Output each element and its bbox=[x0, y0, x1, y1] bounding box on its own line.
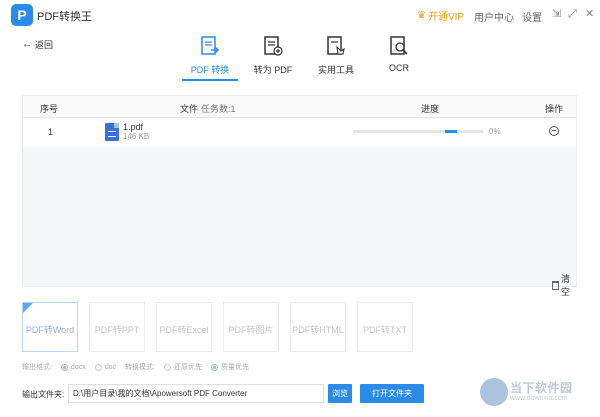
trash-icon bbox=[552, 280, 559, 290]
file-list-panel: 序号 文件 任务数:1 进度 操作 1 1.pdf 146 KB 0% 清空 bbox=[22, 95, 577, 297]
clear-button[interactable]: 清空 bbox=[552, 272, 576, 298]
output-format-label: 输出格式: bbox=[22, 364, 52, 371]
radio-selected-icon bbox=[60, 363, 68, 371]
format-card-image[interactable]: PDF转图片 bbox=[223, 302, 279, 352]
open-folder-button[interactable]: 打开文件夹 bbox=[360, 384, 424, 403]
format-doc-label: doc bbox=[104, 363, 117, 371]
table-row[interactable]: 1 1.pdf 146 KB 0% bbox=[23, 118, 576, 146]
settings-button[interactable]: 设置 bbox=[522, 9, 542, 24]
format-card-ppt[interactable]: PDF转PPT bbox=[89, 302, 145, 352]
header-action: 操作 bbox=[545, 104, 564, 114]
header-file: 文件 bbox=[180, 104, 199, 114]
tab-ocr[interactable]: OCR bbox=[369, 35, 429, 73]
mode-fidelity-radio[interactable]: 还原优先 bbox=[164, 362, 202, 372]
format-docx-radio[interactable]: docx bbox=[60, 363, 86, 371]
pdf-file-icon bbox=[105, 123, 119, 141]
progress-bar bbox=[353, 130, 483, 133]
minimize-icon[interactable]: ⇲ bbox=[552, 7, 561, 21]
file-name: 1.pdf bbox=[123, 122, 144, 132]
close-icon[interactable]: ✕ bbox=[585, 7, 594, 21]
pdf-convert-icon bbox=[201, 36, 219, 55]
conversion-options: 输出格式: docx doc 转换模式: 还原优先 质量优先 bbox=[22, 362, 258, 372]
app-logo-glyph: P bbox=[17, 7, 27, 23]
mode-fidelity-label: 还原优先 bbox=[174, 364, 202, 371]
back-label: 返回 bbox=[35, 40, 54, 50]
progress-percent: 0% bbox=[489, 127, 501, 136]
app-title: PDF转换王 bbox=[37, 11, 92, 23]
title-bar: P PDF转换王 ♛ 开通VIP 用户中心 设置 ⇲ ⤢ ✕ bbox=[0, 0, 600, 30]
format-card-html[interactable]: PDF转HTML bbox=[290, 302, 346, 352]
active-tab-indicator bbox=[182, 79, 238, 81]
header-progress: 进度 bbox=[421, 104, 440, 114]
radio-icon bbox=[94, 363, 102, 371]
output-folder-field[interactable]: D:\用户目录\我的文档\Apowersoft PDF Converter bbox=[68, 384, 324, 403]
crown-icon: ♛ bbox=[417, 10, 426, 21]
arrow-left-icon: ← bbox=[22, 39, 32, 50]
tab-label: 转为 PDF bbox=[253, 65, 293, 75]
format-card-excel[interactable]: PDF转Excel bbox=[156, 302, 212, 352]
output-folder-label: 输出文件夹: bbox=[22, 390, 65, 399]
format-card-txt[interactable]: PDF转TXT bbox=[357, 302, 413, 352]
browse-button[interactable]: 浏览 bbox=[328, 384, 352, 403]
tools-icon bbox=[327, 36, 345, 55]
watermark: 当下软件园 www.downxia.com bbox=[480, 377, 590, 411]
row-index: 1 bbox=[48, 127, 54, 137]
header-task-count: 任务数:1 bbox=[201, 104, 236, 114]
radio-selected-icon bbox=[211, 363, 218, 371]
back-button[interactable]: ← 返回 bbox=[22, 38, 53, 51]
progress-bar-fill bbox=[445, 130, 457, 133]
format-card-word[interactable]: PDF转Word bbox=[22, 302, 78, 352]
open-vip-label: 开通VIP bbox=[427, 12, 465, 23]
tab-label: 实用工具 bbox=[317, 65, 354, 75]
tab-label: PDF 转换 bbox=[190, 65, 230, 75]
radio-icon bbox=[164, 363, 171, 371]
file-size: 146 KB bbox=[123, 132, 150, 141]
format-doc-radio[interactable]: doc bbox=[94, 363, 117, 371]
watermark-sub: www.downxia.com bbox=[510, 395, 568, 402]
clear-label: 清空 bbox=[561, 274, 571, 297]
remove-icon[interactable] bbox=[549, 126, 559, 136]
mode-quality-radio[interactable]: 质量优先 bbox=[211, 362, 249, 372]
format-docx-label: docx bbox=[70, 363, 86, 371]
format-options: PDF转Word PDF转PPT PDF转Excel PDF转图片 PDF转HT… bbox=[22, 302, 422, 352]
mode-label: 转换模式: bbox=[125, 364, 155, 371]
tab-pdf-convert[interactable]: PDF 转换 bbox=[180, 35, 240, 81]
watermark-text: 当下软件园 bbox=[510, 381, 573, 395]
tab-to-pdf[interactable]: 转为 PDF bbox=[243, 35, 303, 76]
fullscreen-icon[interactable]: ⤢ bbox=[568, 7, 577, 21]
watermark-logo-icon bbox=[480, 378, 508, 406]
tab-label: OCR bbox=[389, 63, 409, 73]
ocr-icon bbox=[390, 36, 408, 55]
main-tabs: PDF 转换 转为 PDF 实用工具 OCR bbox=[180, 35, 430, 85]
open-vip-button[interactable]: ♛ 开通VIP bbox=[417, 8, 464, 23]
header-index: 序号 bbox=[40, 104, 59, 114]
mode-quality-label: 质量优先 bbox=[221, 364, 249, 371]
tab-tools[interactable]: 实用工具 bbox=[306, 35, 366, 76]
to-pdf-icon bbox=[264, 36, 283, 56]
user-center-button[interactable]: 用户中心 bbox=[474, 9, 514, 24]
app-logo: P bbox=[11, 4, 33, 26]
table-header: 序号 文件 任务数:1 进度 操作 bbox=[23, 96, 576, 118]
